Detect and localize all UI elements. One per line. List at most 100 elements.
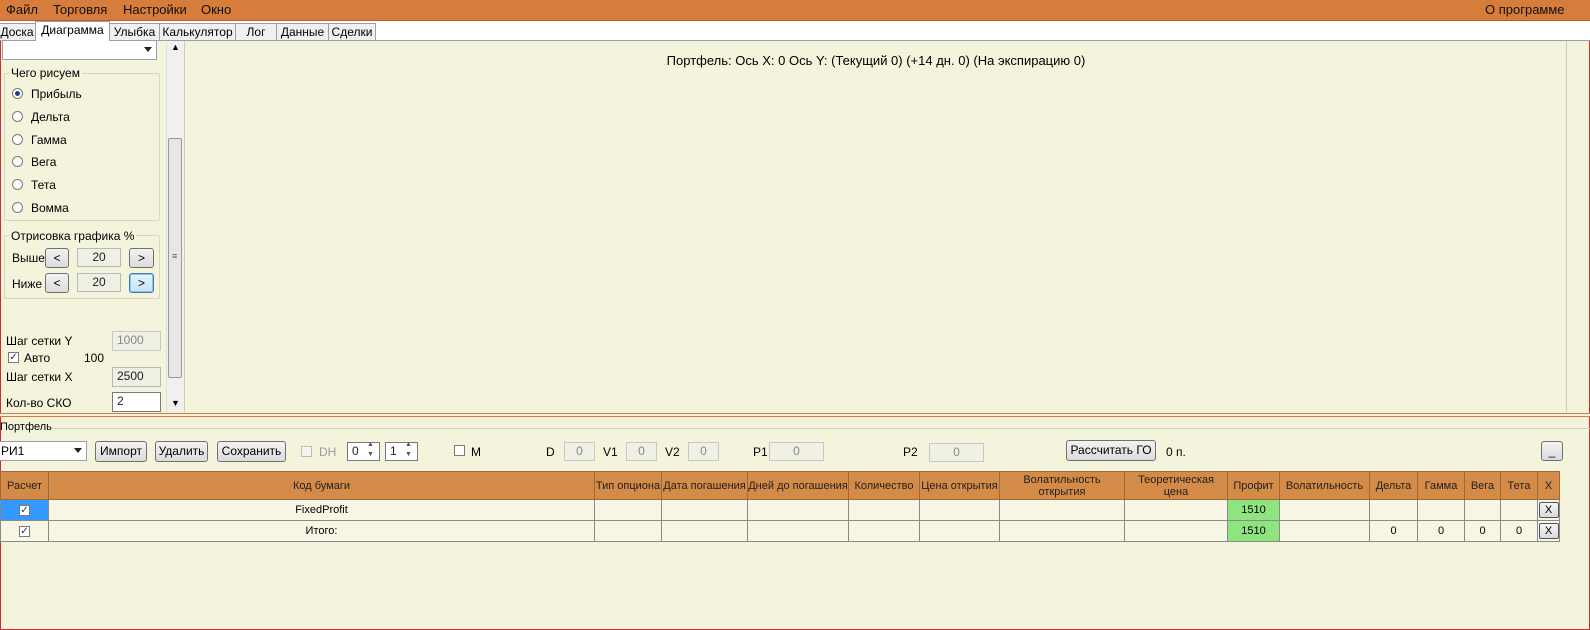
col-header-x[interactable]: X: [1537, 471, 1560, 500]
col-header-theoretical-price[interactable]: Теоретическая цена: [1124, 471, 1228, 500]
above-decrease-button[interactable]: <: [45, 248, 69, 268]
tab-board[interactable]: Доска: [0, 23, 36, 40]
menu-settings[interactable]: Настройки: [123, 2, 187, 17]
col-header-code[interactable]: Код бумаги: [48, 471, 595, 500]
quantity-cell[interactable]: [848, 499, 920, 521]
dh-checkbox[interactable]: [301, 446, 312, 457]
calc-checkbox[interactable]: ✓: [19, 525, 30, 537]
volatility-cell[interactable]: [1279, 499, 1370, 521]
option-type-cell[interactable]: [594, 499, 662, 521]
delta-cell[interactable]: 0: [1369, 520, 1418, 542]
minimize-button[interactable]: _: [1541, 441, 1563, 461]
table-row[interactable]: ✓ FixedProfit 1510 X: [0, 499, 1560, 521]
spin2-field[interactable]: 1: [385, 442, 418, 461]
open-volatility-cell[interactable]: [999, 499, 1125, 521]
tab-log[interactable]: Лог: [235, 23, 277, 40]
col-header-option-type[interactable]: Тип опциона: [594, 471, 662, 500]
theta-cell[interactable]: 0: [1500, 520, 1538, 542]
open-price-cell[interactable]: [919, 499, 1000, 521]
days-to-expiry-cell[interactable]: [747, 520, 849, 542]
volatility-cell[interactable]: [1279, 520, 1370, 542]
col-header-open-price[interactable]: Цена открытия: [919, 471, 1000, 500]
scroll-up-icon[interactable]: ▲: [171, 42, 180, 52]
theta-cell[interactable]: [1500, 499, 1538, 521]
gamma-cell[interactable]: 0: [1417, 520, 1465, 542]
menu-trading[interactable]: Торговля: [53, 2, 107, 17]
col-header-profit[interactable]: Профит: [1227, 471, 1280, 500]
portfolio-selector[interactable]: РИ1: [0, 441, 87, 461]
d-field[interactable]: 0: [564, 442, 595, 461]
remove-row-button[interactable]: X: [1538, 523, 1559, 539]
profit-cell[interactable]: 1510: [1227, 520, 1280, 542]
col-header-theta[interactable]: Тета: [1500, 471, 1538, 500]
radio-vega[interactable]: [12, 156, 23, 167]
open-volatility-cell[interactable]: [999, 520, 1125, 542]
code-cell[interactable]: FixedProfit: [48, 499, 595, 521]
col-header-delta[interactable]: Дельта: [1369, 471, 1418, 500]
radio-vomma[interactable]: [12, 202, 23, 213]
tab-data[interactable]: Данные: [276, 23, 329, 40]
spin1-down-icon[interactable]: ▼: [367, 451, 374, 458]
calc-go-button[interactable]: Рассчитать ГО: [1066, 440, 1156, 461]
below-value-field[interactable]: 20: [77, 273, 121, 292]
col-header-expiry-date[interactable]: Дата погашения: [661, 471, 748, 500]
tab-deals[interactable]: Сделки: [328, 23, 376, 40]
gamma-cell[interactable]: [1417, 499, 1465, 521]
scrollbar-thumb[interactable]: ≡: [168, 138, 182, 378]
grid-step-x-field[interactable]: 2500: [112, 367, 161, 387]
v2-field[interactable]: 0: [688, 442, 719, 461]
profit-cell[interactable]: 1510: [1227, 499, 1280, 521]
above-increase-button[interactable]: >: [129, 248, 154, 268]
p2-field[interactable]: 0: [929, 443, 984, 462]
col-header-volatility[interactable]: Волатильность: [1279, 471, 1370, 500]
auto-checkbox[interactable]: ✓: [8, 352, 19, 363]
radio-delta[interactable]: [12, 111, 23, 122]
expiry-date-cell[interactable]: [661, 499, 748, 521]
below-increase-button[interactable]: >: [129, 273, 154, 293]
col-header-vega[interactable]: Вега: [1464, 471, 1501, 500]
tab-smile[interactable]: Улыбка: [109, 23, 160, 40]
open-price-cell[interactable]: [919, 520, 1000, 542]
col-header-days-to-expiry[interactable]: Дней до погашения: [747, 471, 849, 500]
tab-calculator[interactable]: Калькулятор: [159, 23, 236, 40]
calc-cell[interactable]: ✓: [0, 520, 49, 542]
left-panel-scrollbar[interactable]: ▲ ≡ ▼: [166, 42, 183, 412]
spin2-down-icon[interactable]: ▼: [405, 451, 412, 458]
theoretical-price-cell[interactable]: [1124, 499, 1228, 521]
remove-row-button[interactable]: X: [1538, 502, 1559, 518]
spin1-field[interactable]: 0: [347, 442, 380, 461]
p1-field[interactable]: 0: [769, 442, 824, 461]
grid-step-y-field[interactable]: 1000: [112, 331, 161, 351]
col-header-open-volatility[interactable]: Волатильность открытия: [999, 471, 1125, 500]
expiry-date-cell[interactable]: [661, 520, 748, 542]
sko-field[interactable]: 2: [112, 392, 161, 412]
radio-gamma[interactable]: [12, 134, 23, 145]
radio-profit[interactable]: [12, 88, 23, 99]
panel-splitter[interactable]: [0, 413, 1590, 417]
chart-selector-dropdown[interactable]: [2, 40, 157, 60]
menu-window[interactable]: Окно: [201, 2, 231, 17]
theoretical-price-cell[interactable]: [1124, 520, 1228, 542]
calc-checkbox[interactable]: ✓: [19, 504, 30, 516]
v1-field[interactable]: 0: [626, 442, 657, 461]
table-row[interactable]: ✓ Итого: 1510 0 0 0 0 X: [0, 520, 1560, 542]
above-value-field[interactable]: 20: [77, 248, 121, 267]
quantity-cell[interactable]: [848, 520, 920, 542]
save-button[interactable]: Сохранить: [217, 441, 286, 462]
option-type-cell[interactable]: [594, 520, 662, 542]
col-header-quantity[interactable]: Количество: [848, 471, 920, 500]
delete-button[interactable]: Удалить: [155, 441, 208, 462]
vega-cell[interactable]: [1464, 499, 1501, 521]
below-decrease-button[interactable]: <: [45, 273, 69, 293]
vega-cell[interactable]: 0: [1464, 520, 1501, 542]
calc-cell[interactable]: ✓: [0, 499, 49, 521]
col-header-calc[interactable]: Расчет: [0, 471, 49, 500]
col-header-gamma[interactable]: Гамма: [1417, 471, 1465, 500]
scroll-down-icon[interactable]: ▼: [171, 398, 180, 408]
tab-diagram[interactable]: Диаграмма: [35, 21, 110, 41]
menu-file[interactable]: Файл: [6, 2, 38, 17]
delta-cell[interactable]: [1369, 499, 1418, 521]
spin2-up-icon[interactable]: ▲: [405, 441, 412, 448]
code-cell[interactable]: Итого:: [48, 520, 595, 542]
m-checkbox[interactable]: [454, 445, 465, 456]
